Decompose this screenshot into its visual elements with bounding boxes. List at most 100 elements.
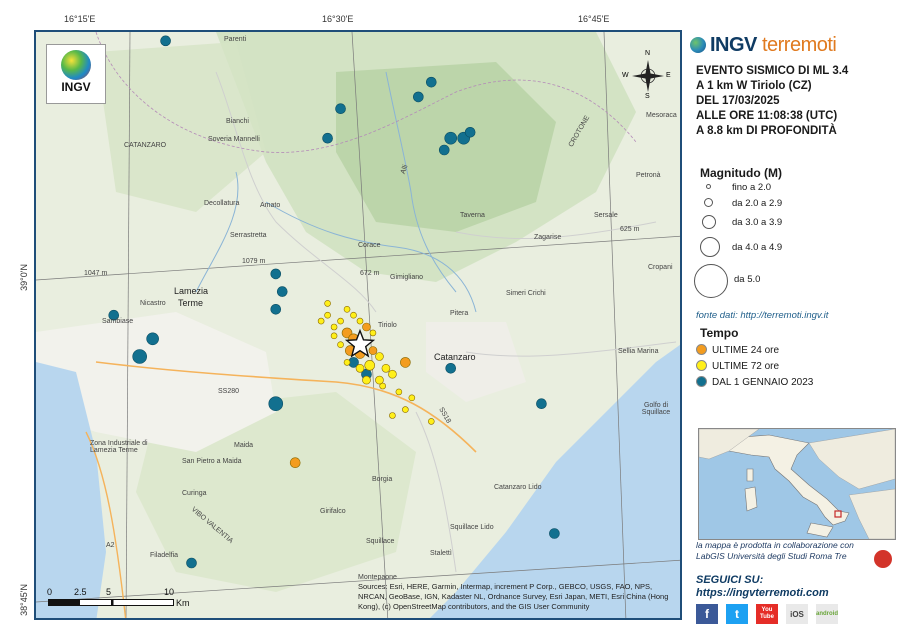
- quake-blue-19[interactable]: [549, 528, 560, 539]
- place-filadelfia: Filadelfia: [150, 552, 179, 559]
- mag-label-1: fino a 2.0: [732, 182, 772, 193]
- place-terme: Terme: [178, 298, 204, 308]
- place-squillace: Squillace: [366, 538, 395, 545]
- quake-blue-10[interactable]: [270, 268, 282, 280]
- scale-tick-10: 10: [164, 587, 175, 597]
- legend-panel: INGV terremoti EVENTO SISMICO DI ML 3.4 …: [690, 30, 904, 624]
- place-petrona: Petronà: [636, 172, 661, 179]
- quake-orange-4[interactable]: [400, 357, 411, 368]
- quake-blue-3[interactable]: [322, 132, 333, 144]
- place-girifalco: Girifalco: [320, 508, 346, 515]
- quake-yellow-8[interactable]: [381, 363, 391, 373]
- data-source[interactable]: fonte dati: http://terremoti.ingv.it: [696, 310, 828, 321]
- collab-line-2: LabGIS Università degli Studi Roma Tre: [696, 551, 847, 561]
- place-bianchi: Bianchi: [226, 118, 249, 125]
- italy-inset-map: [698, 428, 896, 540]
- place-corace: Corace: [358, 242, 381, 249]
- quake-blue-12[interactable]: [270, 303, 282, 315]
- android-icon[interactable]: android: [816, 604, 838, 624]
- quake-yellow-5[interactable]: [356, 317, 364, 325]
- quake-yellow-19[interactable]: [330, 332, 338, 340]
- mag-circle-3: [702, 215, 716, 229]
- place-elev672: 672 m: [360, 270, 380, 277]
- quake-blue-6[interactable]: [444, 131, 458, 145]
- compass-w: W: [622, 72, 629, 79]
- event-line-3: DEL 17/03/2025: [696, 95, 780, 107]
- ios-icon[interactable]: iOS: [786, 604, 808, 624]
- quake-yellow-7[interactable]: [375, 352, 384, 361]
- follow-url[interactable]: https://ingvterremoti.com: [696, 587, 829, 600]
- quake-blue-5[interactable]: [413, 91, 424, 103]
- quake-blue-17[interactable]: [445, 362, 457, 374]
- quake-blue-18[interactable]: [536, 398, 547, 410]
- brand-ingv: INGV: [710, 34, 757, 56]
- quake-blue-2[interactable]: [335, 103, 346, 114]
- quake-yellow-16[interactable]: [362, 375, 371, 385]
- quake-blue-20[interactable]: [186, 557, 197, 569]
- event-description: EVENTO SISMICO DI ML 3.4 A 1 km W Tiriol…: [696, 64, 848, 139]
- dot-72h: [696, 360, 707, 371]
- map-frame: 16°15'E 16°30'E 16°45'E 39°0'N 38°45'N I…: [0, 0, 912, 630]
- lat-label-2: 38°45'N: [19, 584, 29, 616]
- place-sellia: Sellia Marina: [618, 348, 659, 355]
- dot-24h: [696, 344, 707, 355]
- twitter-icon[interactable]: t: [726, 604, 748, 624]
- place-amato: Amato: [260, 202, 281, 209]
- quake-yellow-20[interactable]: [343, 359, 351, 366]
- quake-blue-15[interactable]: [132, 349, 147, 364]
- quake-yellow-24[interactable]: [324, 300, 331, 307]
- lat-label-1: 39°0'N: [19, 264, 29, 291]
- compass-rose-icon: N S E W: [622, 50, 671, 100]
- brand-header: INGV terremoti: [690, 34, 837, 57]
- quake-yellow-14[interactable]: [389, 412, 396, 419]
- facebook-icon[interactable]: f: [696, 604, 718, 624]
- youtube-icon[interactable]: You Tube: [756, 604, 778, 624]
- quake-yellow-4[interactable]: [350, 311, 357, 319]
- place-san-pietro: San Pietro a Maida: [182, 458, 242, 465]
- quake-yellow-22[interactable]: [375, 375, 384, 385]
- place-sambiase: Sambiase: [102, 318, 134, 325]
- quake-orange-7[interactable]: [362, 322, 371, 332]
- quake-yellow-21[interactable]: [364, 360, 376, 371]
- event-line-2: A 1 km W Tiriolo (CZ): [696, 80, 812, 92]
- quake-yellow-13[interactable]: [402, 406, 409, 413]
- place-parenti: Parenti: [224, 36, 247, 43]
- follow-title: SEGUICI SU:: [696, 574, 764, 586]
- scale-tick-5: 5: [106, 587, 112, 597]
- event-line-1: EVENTO SISMICO DI ML 3.4: [696, 65, 849, 77]
- follow-block: SEGUICI SU: https://ingvterremoti.com: [696, 574, 829, 600]
- labgis-logo-icon: [874, 550, 892, 568]
- quake-orange-5[interactable]: [289, 457, 301, 469]
- place-zagarise: Zagarise: [534, 234, 562, 241]
- quake-yellow-18[interactable]: [337, 341, 344, 349]
- quake-yellow-23[interactable]: [317, 317, 325, 325]
- quake-yellow-2[interactable]: [337, 317, 344, 325]
- quake-yellow-0[interactable]: [324, 311, 331, 319]
- place-a2: A2: [106, 542, 115, 549]
- quake-yellow-1[interactable]: [330, 323, 338, 331]
- mag-label-4: da 4.0 a 4.9: [732, 242, 783, 253]
- quake-blue-4[interactable]: [425, 76, 437, 88]
- quake-orange-6[interactable]: [368, 346, 378, 355]
- quake-yellow-11[interactable]: [395, 388, 403, 396]
- place-borgia: Borgia: [372, 476, 393, 483]
- lon-label-1: 16°15'E: [64, 14, 96, 24]
- mag-circle-5: [694, 264, 728, 298]
- quake-blue-11[interactable]: [276, 286, 288, 297]
- quake-blue-16[interactable]: [268, 396, 284, 412]
- quake-yellow-3[interactable]: [343, 305, 351, 313]
- quake-yellow-9[interactable]: [388, 369, 397, 379]
- quake-yellow-12[interactable]: [408, 394, 416, 402]
- place-elev1079: 1079 m: [242, 258, 266, 265]
- quake-blue-9[interactable]: [438, 144, 450, 156]
- quake-blue-8[interactable]: [464, 127, 476, 138]
- quake-blue-1[interactable]: [160, 35, 171, 47]
- place-elev625: 625 m: [620, 226, 640, 233]
- quake-yellow-15[interactable]: [427, 418, 435, 425]
- time-label-24h: ULTIME 24 ore: [712, 345, 780, 356]
- quake-blue-14[interactable]: [146, 332, 159, 346]
- quake-yellow-17[interactable]: [355, 363, 365, 373]
- quake-yellow-6[interactable]: [369, 329, 377, 337]
- scale-unit: Km: [176, 598, 190, 608]
- map-canvas[interactable]: INGV N S E W Lamezia Terme Nicastro Samb…: [34, 30, 682, 620]
